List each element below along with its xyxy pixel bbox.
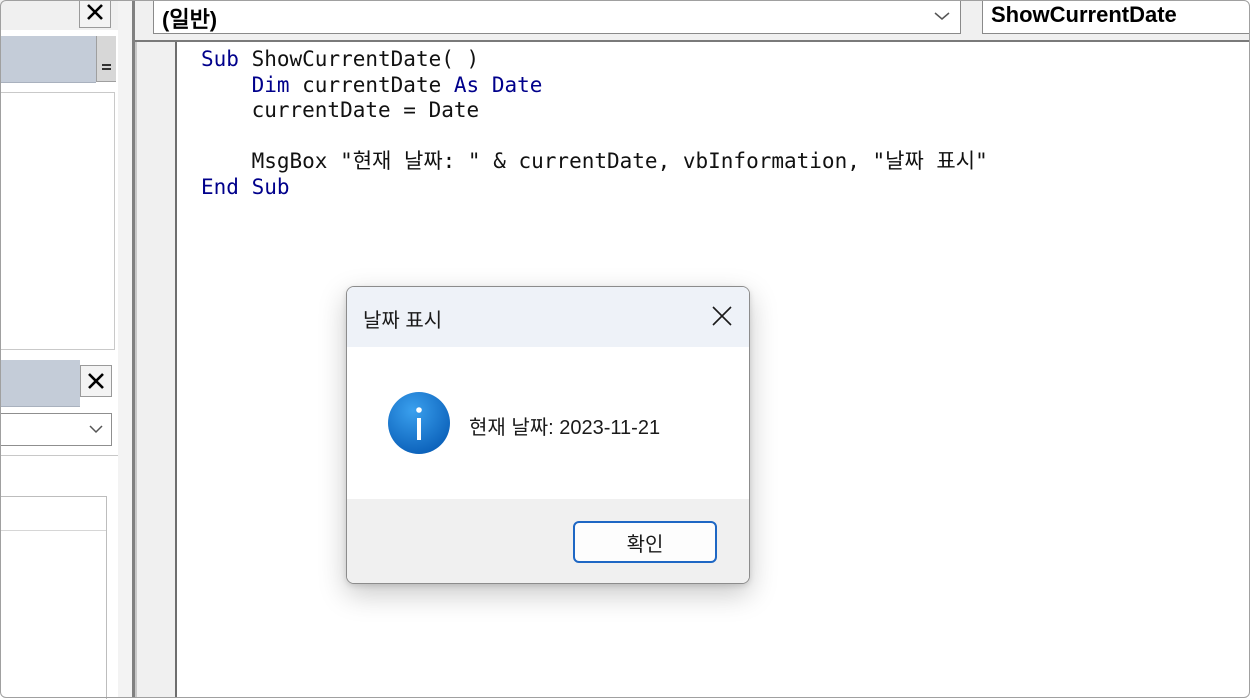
message-box-dialog: 날짜 표시 현재 날짜: 2023-11-21 확인 [346,286,750,584]
grip-icon [102,64,111,66]
grid-line [0,530,106,531]
scroll-down-button[interactable] [96,36,116,82]
close-icon [712,306,732,326]
project-toolbar [0,36,96,83]
properties-pane-close-button[interactable] [80,365,112,397]
information-icon [388,392,450,454]
code-text: ShowCurrentDate( ) [238,47,480,71]
ok-button[interactable]: 확인 [573,521,717,563]
keyword: As [453,72,480,97]
dialog-footer: 확인 [347,499,749,583]
code-text: MsgBox "현재 날짜: " & currentDate, vbInform… [251,149,988,173]
pane-gutter [118,0,132,698]
dialog-title: 날짜 표시 [363,310,443,332]
close-icon [88,373,104,389]
dialog-body: 현재 날짜: 2023-11-21 [347,347,749,499]
procedure-combo[interactable]: ShowCurrentDate [982,0,1250,34]
object-combo[interactable]: (일반) [153,0,961,34]
keyword: Date [491,72,543,97]
project-pane-close-button[interactable] [79,0,111,28]
code-editor[interactable]: Sub ShowCurrentDate( ) Dim currentDate A… [201,47,988,200]
properties-grid[interactable] [0,496,107,699]
chevron-down-icon [934,12,950,20]
chevron-down-icon [89,425,103,434]
keyword: Sub [201,47,239,71]
object-combo-value: (일반) [162,7,218,32]
keyword: Dim [251,72,290,97]
properties-object-select[interactable] [0,413,112,446]
dialog-titlebar[interactable]: 날짜 표시 [347,287,749,347]
keyword: End Sub [201,174,290,199]
divider [0,455,118,456]
dialog-message: 현재 날짜: 2023-11-21 [469,417,661,439]
code-text: currentDate = Date [251,98,480,122]
dialog-close-button[interactable] [709,303,735,329]
code-text: currentDate [289,72,454,97]
margin-indicator-bar[interactable] [135,42,177,698]
procedure-combo-value: ShowCurrentDate [991,2,1177,27]
properties-pane-titlebar [0,360,80,407]
close-icon [87,4,103,20]
project-tree[interactable] [0,92,115,350]
